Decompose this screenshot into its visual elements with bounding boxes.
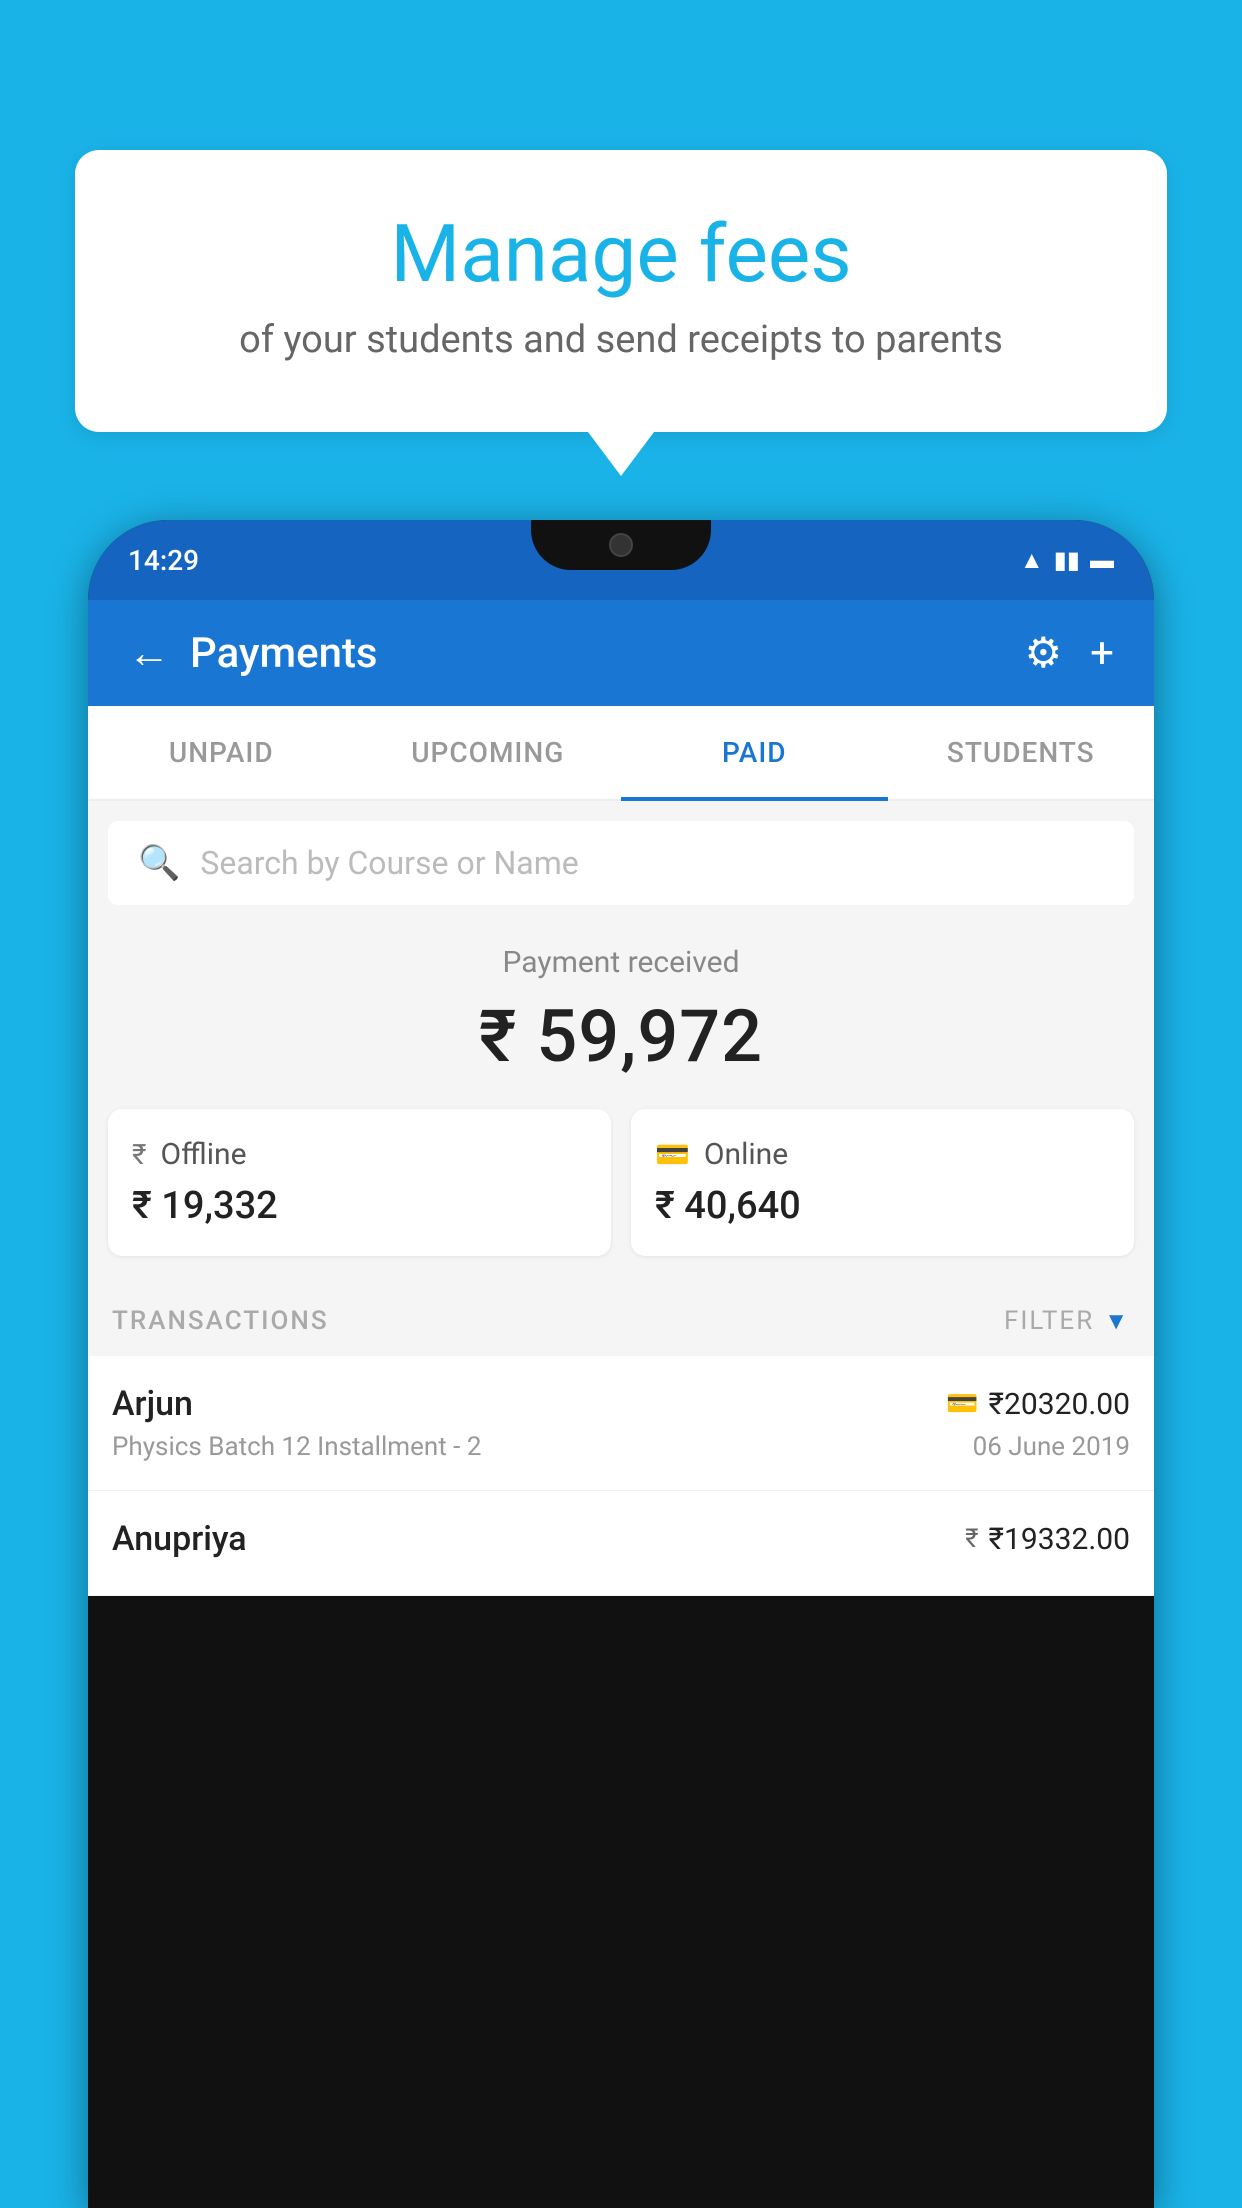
status-time: 14:29 [128,544,199,577]
search-bar[interactable]: 🔍 Search by Course or Name [108,821,1134,905]
filter-icon: ▼ [1104,1307,1130,1336]
online-card-top: 💳 Online [655,1137,1110,1172]
tabs-bar: UNPAID UPCOMING PAID STUDENTS [88,706,1154,801]
student-name-2: Anupriya [112,1519,247,1559]
app-header: ← Payments ⚙ + [88,600,1154,706]
online-card: 💳 Online ₹ 40,640 [631,1109,1134,1256]
phone-frame: 14:29 ▲ ▮▮ ▬ ← Payments ⚙ + UNPAID UPCOM… [88,520,1154,2208]
header-title: Payments [190,629,378,678]
online-label: Online [704,1137,788,1172]
filter-button[interactable]: FILTER ▼ [1004,1306,1130,1336]
cash-icon-2: ₹ [965,1524,978,1554]
filter-text: FILTER [1004,1306,1094,1336]
transaction-bottom-1: Physics Batch 12 Installment - 2 06 June… [112,1432,1130,1462]
payment-summary: Payment received ₹ 59,972 [88,905,1154,1109]
tab-unpaid[interactable]: UNPAID [88,706,355,799]
transactions-label: TRANSACTIONS [112,1306,329,1336]
status-bar: 14:29 ▲ ▮▮ ▬ [88,520,1154,600]
hero-title: Manage fees [125,210,1117,298]
payment-total-amount: ₹ 59,972 [108,994,1134,1079]
signal-icon: ▮▮ [1054,546,1080,574]
notch [531,520,711,570]
back-button[interactable]: ← [128,629,170,678]
offline-card: ₹ Offline ₹ 19,332 [108,1109,611,1256]
add-icon[interactable]: + [1090,629,1114,678]
tab-upcoming[interactable]: UPCOMING [355,706,622,799]
phone-content: 🔍 Search by Course or Name Payment recei… [88,801,1154,1596]
payment-cards: ₹ Offline ₹ 19,332 💳 Online ₹ 40,640 [88,1109,1154,1286]
transaction-top-2: Anupriya ₹ ₹19332.00 [112,1519,1130,1559]
header-right: ⚙ + [1025,628,1115,678]
status-icons: ▲ ▮▮ ▬ [1020,546,1114,575]
settings-icon[interactable]: ⚙ [1025,628,1063,678]
transaction-amount-2: ₹ ₹19332.00 [965,1522,1130,1557]
card-icon-1: 💳 [946,1389,978,1419]
header-left: ← Payments [128,629,378,678]
tab-paid[interactable]: PAID [621,706,888,799]
online-icon: 💳 [655,1138,690,1171]
offline-icon: ₹ [132,1138,146,1171]
hero-card: Manage fees of your students and send re… [75,150,1167,432]
transaction-amount-1: 💳 ₹20320.00 [946,1387,1130,1422]
offline-amount: ₹ 19,332 [132,1184,587,1228]
course-info-1: Physics Batch 12 Installment - 2 [112,1432,481,1462]
student-name-1: Arjun [112,1384,193,1424]
hero-subtitle: of your students and send receipts to pa… [125,318,1117,362]
offline-label: Offline [160,1137,246,1172]
camera-dot [609,533,633,557]
search-icon: 🔍 [138,843,180,883]
offline-card-top: ₹ Offline [132,1137,587,1172]
payment-received-label: Payment received [108,945,1134,980]
transaction-row[interactable]: Arjun 💳 ₹20320.00 Physics Batch 12 Insta… [88,1356,1154,1491]
wifi-icon: ▲ [1020,546,1044,575]
search-placeholder-text: Search by Course or Name [200,844,578,882]
battery-icon: ▬ [1090,546,1114,575]
transaction-date-1: 06 June 2019 [973,1432,1130,1462]
transaction-top-1: Arjun 💳 ₹20320.00 [112,1384,1130,1424]
transaction-row[interactable]: Anupriya ₹ ₹19332.00 [88,1491,1154,1596]
online-amount: ₹ 40,640 [655,1184,1110,1228]
transactions-header: TRANSACTIONS FILTER ▼ [88,1286,1154,1356]
tab-students[interactable]: STUDENTS [888,706,1155,799]
